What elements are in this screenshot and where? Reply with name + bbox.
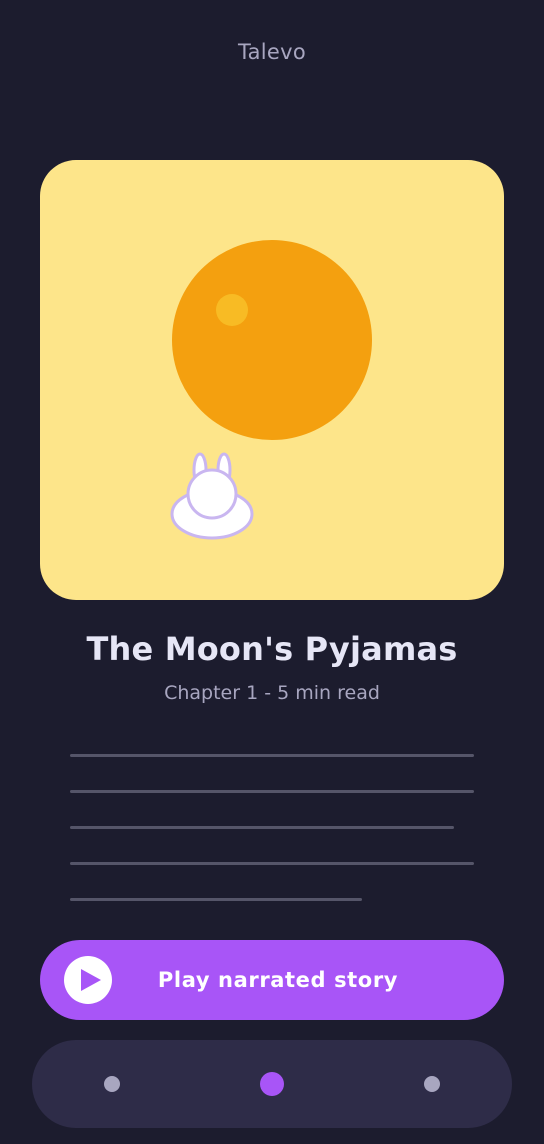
app-title: Talevo [237,40,307,64]
text-line [70,754,474,757]
page-dot-1[interactable] [104,1076,120,1092]
story-title: The Moon's Pyjamas [86,630,458,668]
page-indicator [32,1040,512,1128]
play-icon [64,956,112,1004]
moon-crater [216,294,248,326]
text-line [70,898,362,901]
text-line [70,862,474,865]
story-meta: Chapter 1 - 5 min read [164,682,380,704]
page-dot-3[interactable] [424,1076,440,1092]
play-narrated-story-button[interactable]: Play narrated story [40,940,504,1020]
story-cover-illustration [40,160,504,600]
page-dot-2-active[interactable] [260,1072,284,1096]
moon [172,240,372,440]
text-line [70,826,454,829]
play-button-label: Play narrated story [157,968,399,992]
text-line [70,790,474,793]
moon-with-bunny-illustration [40,160,504,600]
